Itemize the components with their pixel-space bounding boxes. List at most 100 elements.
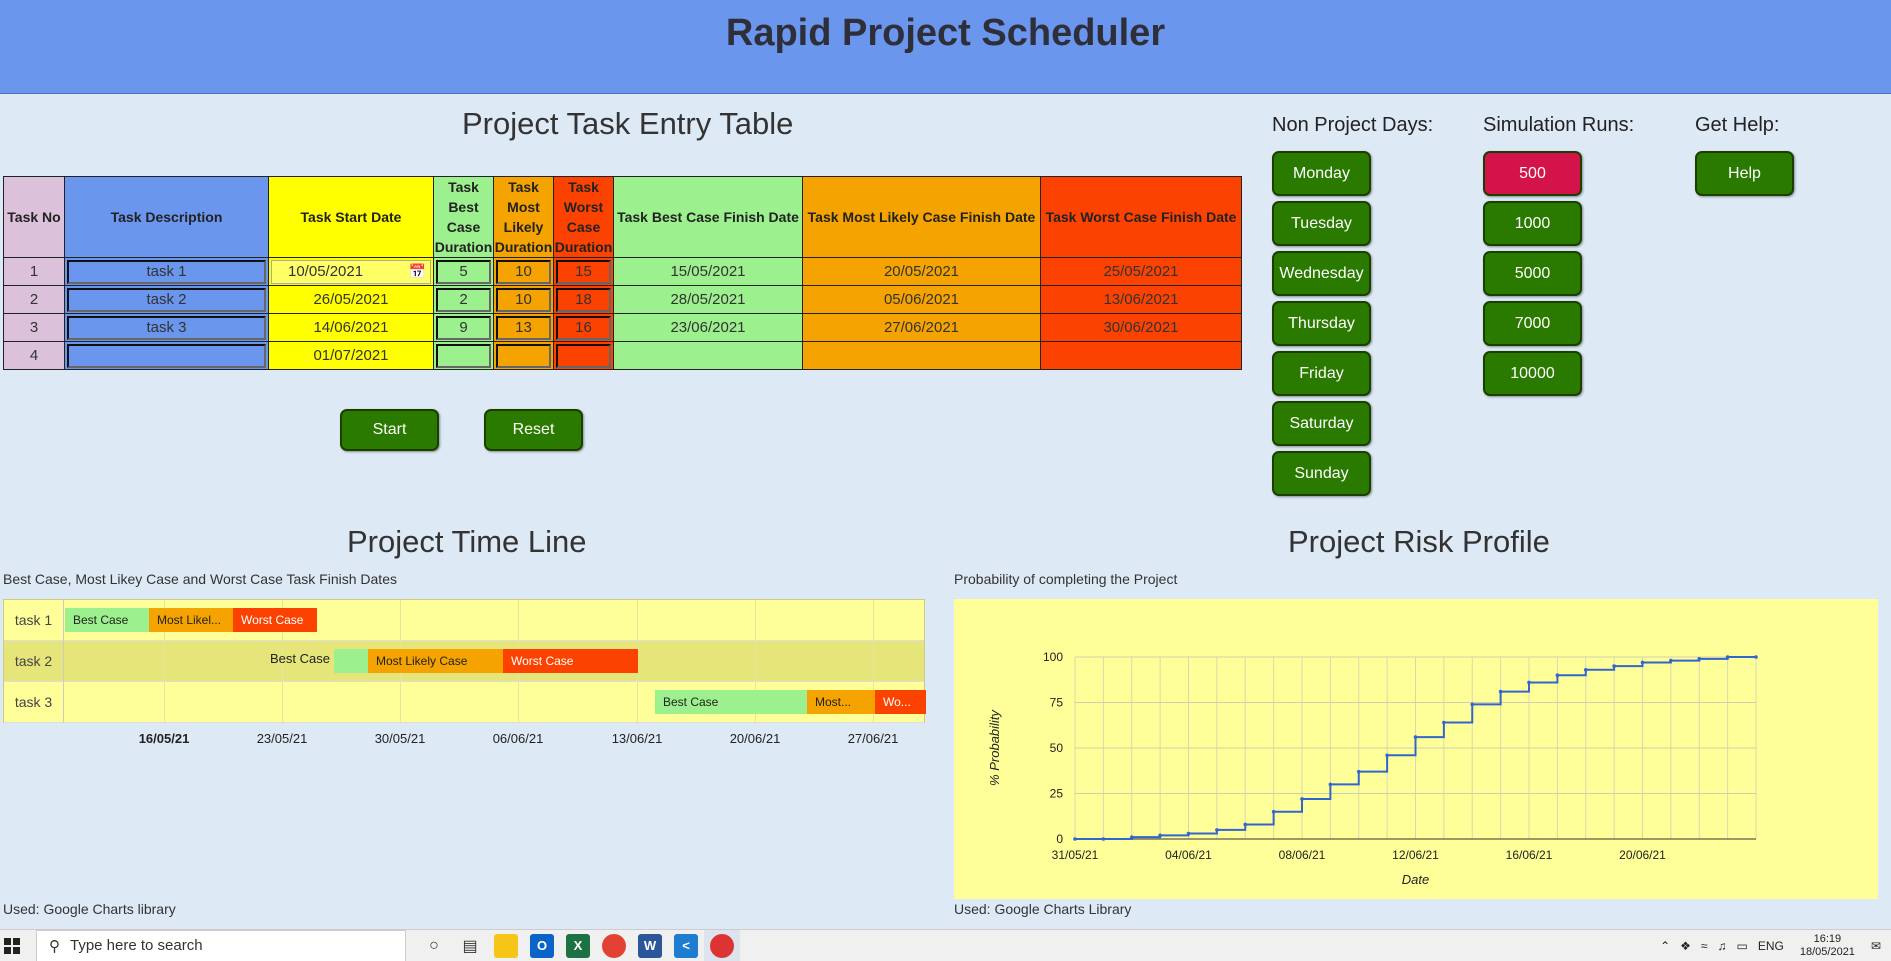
notifications-icon[interactable]: ✉ — [1871, 939, 1881, 953]
task-description-input[interactable]: task 1 — [67, 259, 266, 284]
task-description-input[interactable] — [67, 343, 266, 368]
likely-duration-input[interactable]: 13 — [496, 315, 551, 340]
search-placeholder: Type here to search — [70, 937, 203, 954]
worst-duration-input[interactable]: 18 — [556, 287, 611, 312]
language-indicator[interactable]: ENG — [1758, 939, 1784, 953]
timeline-tick: 13/06/21 — [611, 731, 663, 746]
header-likely-duration: Task Most Likely Duration — [493, 176, 554, 258]
risk-data-point — [1442, 720, 1446, 725]
dropbox-icon[interactable]: ❖ — [1680, 939, 1691, 953]
runs-5000-button[interactable]: 5000 — [1483, 251, 1582, 296]
timeline-tick: 16/05/21 — [138, 731, 190, 746]
task-start-date-input[interactable]: 01/07/2021 — [268, 341, 434, 370]
worst-finish: 30/06/2021 — [1040, 313, 1242, 342]
task-start-date-input[interactable]: 14/06/2021 — [268, 313, 434, 342]
network-icon[interactable]: ≈ — [1701, 939, 1708, 953]
best-duration-input[interactable]: 9 — [436, 315, 491, 340]
runs-500-button[interactable]: 500 — [1483, 151, 1582, 196]
best-duration-input[interactable] — [436, 343, 491, 368]
risk-x-tick-label: 04/06/21 — [1165, 848, 1212, 862]
task2-likely-bar[interactable]: Most Likely Case — [368, 649, 503, 673]
likely-duration-input[interactable]: 10 — [496, 287, 551, 312]
day-tuesday-button[interactable]: Tuesday — [1272, 201, 1371, 246]
app-title: Rapid Project Scheduler — [725, 12, 1166, 54]
day-monday-button[interactable]: Monday — [1272, 151, 1371, 196]
file-explorer-icon[interactable] — [488, 930, 524, 961]
task-no: 3 — [3, 313, 65, 342]
excel-icon[interactable]: X — [560, 930, 596, 961]
task2-worst-bar[interactable]: Worst Case — [503, 649, 638, 673]
clock-time: 16:19 — [1813, 933, 1842, 945]
word-icon[interactable]: W — [632, 930, 668, 961]
outlook-icon[interactable]: O — [524, 930, 560, 961]
likely-finish: 20/05/2021 — [802, 257, 1041, 286]
risk-footer: Used: Google Charts Library — [954, 901, 1132, 917]
runs-10000-button[interactable]: 10000 — [1483, 351, 1582, 396]
help-title: Get Help: — [1695, 114, 1780, 136]
volume-icon[interactable]: ♫ — [1718, 939, 1727, 953]
task1-likely-bar[interactable]: Most Likel... — [149, 608, 233, 632]
chrome-icon[interactable] — [596, 930, 632, 961]
clock[interactable]: 16:19 18/05/2021 — [1800, 933, 1855, 959]
task1-worst-bar[interactable]: Worst Case — [233, 608, 317, 632]
likely-finish: 05/06/2021 — [802, 285, 1041, 314]
task-start-date-input[interactable]: 10/05/2021 📅 — [271, 259, 431, 284]
day-wednesday-button[interactable]: Wednesday — [1272, 251, 1371, 296]
runs-1000-button[interactable]: 1000 — [1483, 201, 1582, 246]
runs-7000-button[interactable]: 7000 — [1483, 301, 1582, 346]
likely-duration-input[interactable]: 10 — [496, 259, 551, 284]
risk-data-point — [1073, 837, 1077, 841]
task-no: 2 — [3, 285, 65, 314]
timeline-tick: 27/06/21 — [847, 731, 899, 746]
best-duration-input[interactable]: 2 — [436, 287, 491, 312]
header-likely-finish: Task Most Likely Case Finish Date — [802, 176, 1041, 258]
risk-data-point — [1271, 809, 1276, 814]
cortana-icon[interactable]: ○ — [416, 930, 452, 961]
task2-best-bar[interactable] — [334, 649, 368, 673]
task-description-input[interactable]: task 3 — [67, 315, 266, 340]
risk-data-point — [1101, 837, 1106, 841]
best-finish: 15/05/2021 — [613, 257, 803, 286]
vscode-icon[interactable]: < — [668, 930, 704, 961]
battery-icon[interactable]: ▭ — [1737, 939, 1748, 953]
risk-chart: 0 25 50 75 100 31/05/21 04/06/21 08/06/21 12/06/… — [954, 599, 1878, 899]
day-thursday-button[interactable]: Thursday — [1272, 301, 1371, 346]
start-button[interactable]: Start — [340, 409, 439, 451]
worst-duration-input[interactable] — [556, 343, 611, 368]
task-start-date-input[interactable]: 26/05/2021 — [268, 285, 434, 314]
chevron-up-icon[interactable]: ⌃ — [1660, 939, 1670, 953]
app-active-icon[interactable] — [704, 929, 740, 961]
best-duration-input[interactable]: 5 — [436, 259, 491, 284]
task1-best-bar[interactable]: Best Case — [65, 608, 149, 632]
risk-data-point — [1158, 833, 1162, 838]
header-task-no: Task No — [3, 176, 65, 258]
reset-button[interactable]: Reset — [484, 409, 583, 451]
task-description-input[interactable]: task 2 — [67, 287, 266, 312]
risk-data-point — [1328, 782, 1333, 787]
timeline-task-label: task 1 — [4, 600, 64, 641]
timeline-chart: task 1 task 2 task 3 Best Case Most Like… — [3, 599, 926, 724]
worst-duration-input[interactable]: 15 — [556, 259, 611, 284]
day-saturday-button[interactable]: Saturday — [1272, 401, 1371, 446]
task3-best-bar[interactable]: Best Case — [655, 690, 807, 714]
risk-data-point — [1470, 702, 1475, 707]
risk-y-tick-label: 50 — [1050, 741, 1064, 755]
help-button[interactable]: Help — [1695, 151, 1794, 196]
table-row: 2 task 2 26/05/2021 2 10 18 28/05/2021 0… — [3, 285, 1242, 314]
risk-data-point — [1498, 689, 1503, 694]
day-friday-button[interactable]: Friday — [1272, 351, 1371, 396]
calendar-icon[interactable]: 📅 — [409, 263, 426, 280]
taskbar-search-input[interactable]: ⚲ Type here to search — [36, 929, 406, 961]
task-view-icon[interactable]: ▤ — [452, 930, 488, 961]
app-header: Rapid Project Scheduler — [0, 0, 1891, 94]
best-finish: 23/06/2021 — [613, 313, 803, 342]
task3-likely-bar[interactable]: Most... — [807, 690, 875, 714]
best-finish: 28/05/2021 — [613, 285, 803, 314]
timeline-task-label: task 3 — [4, 682, 64, 723]
worst-duration-input[interactable]: 16 — [556, 315, 611, 340]
task3-worst-bar[interactable]: Wo... — [875, 690, 926, 714]
day-sunday-button[interactable]: Sunday — [1272, 451, 1371, 496]
windows-start-icon[interactable] — [4, 938, 20, 954]
risk-y-tick-label: 75 — [1050, 696, 1064, 710]
likely-duration-input[interactable] — [496, 343, 551, 368]
